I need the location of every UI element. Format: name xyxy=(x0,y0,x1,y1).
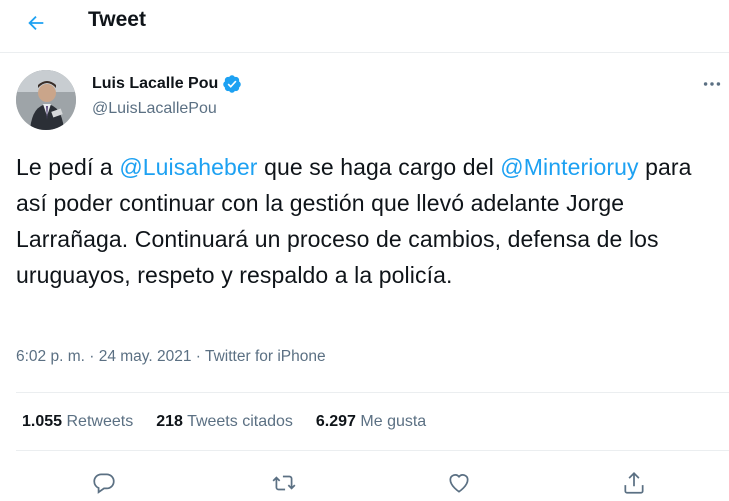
likes-label: Me gusta xyxy=(360,413,427,430)
divider xyxy=(16,392,729,393)
retweets-label: Retweets xyxy=(66,413,134,430)
reply-button[interactable] xyxy=(91,470,121,498)
tweet-actions-bar xyxy=(0,466,729,495)
share-button[interactable] xyxy=(621,470,651,498)
author-name[interactable]: Luis Lacalle Pou xyxy=(92,75,218,93)
share-icon xyxy=(624,472,644,494)
heart-icon xyxy=(449,474,469,493)
divider xyxy=(16,450,729,451)
like-button[interactable] xyxy=(446,470,476,498)
likes-stat[interactable]: 6.297 Me gusta xyxy=(316,413,426,431)
tweet-date-link[interactable]: 24 may. 2021 xyxy=(99,348,192,365)
author-handle[interactable]: @LuisLacallePou xyxy=(92,100,217,118)
meta-separator: · xyxy=(84,348,99,365)
tweet-time-link[interactable]: 6:02 p. m. xyxy=(16,348,85,365)
meta-separator: · xyxy=(191,348,205,365)
tweet-source-link[interactable]: Twitter for iPhone xyxy=(205,348,326,365)
arrow-left-icon xyxy=(28,15,44,31)
avatar[interactable] xyxy=(16,70,76,130)
tweet-stats: 1.055 Retweets 218 Tweets citados 6.297 … xyxy=(22,413,426,431)
retweet-icon xyxy=(272,475,296,491)
tweet-metadata: 6:02 p. m. · 24 may. 2021 · Twitter for … xyxy=(16,348,326,366)
likes-count: 6.297 xyxy=(315,413,356,430)
reply-icon xyxy=(93,473,115,494)
tweet-text-part: Le pedí a xyxy=(16,154,120,180)
retweet-button[interactable] xyxy=(271,470,301,498)
page-header: Tweet xyxy=(0,0,729,53)
page-title: Tweet xyxy=(88,8,146,31)
retweets-count: 1.055 xyxy=(22,413,63,430)
quotes-label: Tweets citados xyxy=(187,413,293,430)
tweet-text: Le pedí a @Luisaheber que se haga cargo … xyxy=(16,149,716,293)
quotes-stat[interactable]: 218 Tweets citados xyxy=(156,413,293,431)
back-button[interactable] xyxy=(18,5,54,41)
more-horizontal-icon xyxy=(703,82,721,86)
retweets-stat[interactable]: 1.055 Retweets xyxy=(22,413,133,431)
more-options-button[interactable] xyxy=(696,70,728,98)
mention-link[interactable]: @Luisaheber xyxy=(119,154,257,180)
mention-link[interactable]: @Minterioruy xyxy=(500,154,638,180)
quotes-count: 218 xyxy=(156,413,183,430)
profile-photo xyxy=(16,70,76,130)
verified-badge-icon xyxy=(223,75,242,93)
tweet-text-part: que se haga cargo del xyxy=(257,154,501,180)
author-name-row[interactable]: Luis Lacalle Pou xyxy=(92,74,242,94)
